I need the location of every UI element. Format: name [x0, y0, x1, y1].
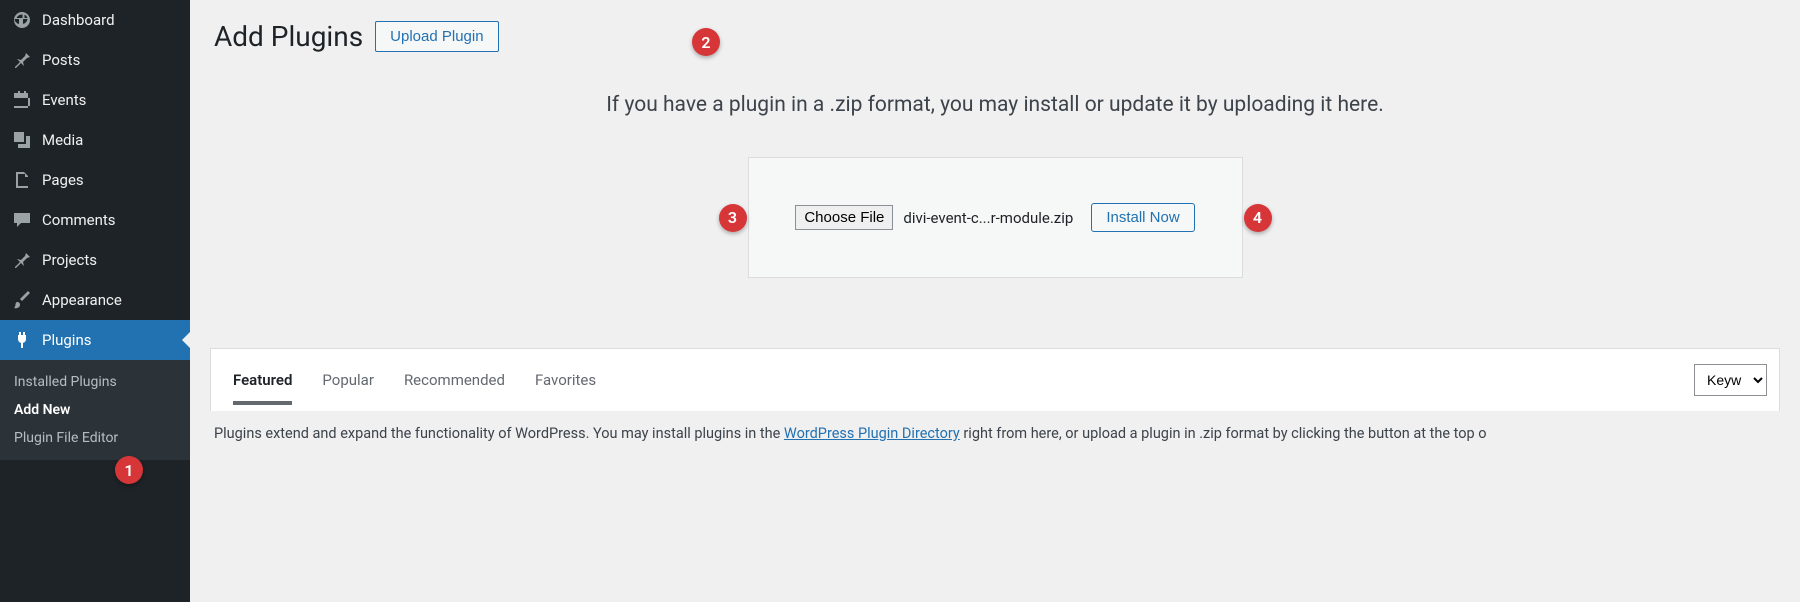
plug-icon: [12, 330, 32, 350]
sidebar-item-projects[interactable]: Projects: [0, 240, 190, 280]
comments-icon: [12, 210, 32, 230]
tab-favorites[interactable]: Favorites: [535, 349, 596, 411]
sidebar-sub-file-editor[interactable]: Plugin File Editor: [0, 424, 190, 452]
sidebar-item-plugins[interactable]: Plugins: [0, 320, 190, 360]
sidebar-item-label: Comments: [42, 211, 116, 229]
sidebar-item-label: Posts: [42, 51, 80, 69]
sidebar-item-label: Pages: [42, 171, 84, 189]
search-type-select[interactable]: Keyw: [1694, 364, 1767, 396]
explanatory-prefix: Plugins extend and expand the functional…: [214, 425, 784, 442]
sidebar-item-events[interactable]: Events: [0, 80, 190, 120]
dashboard-icon: [12, 10, 32, 30]
sidebar-sub-installed[interactable]: Installed Plugins: [0, 368, 190, 396]
upload-form-box: 3 Choose File divi-event-c...r-module.zi…: [748, 157, 1243, 278]
sidebar-item-label: Dashboard: [42, 11, 115, 29]
sidebar-submenu: Installed Plugins Add New Plugin File Ed…: [0, 360, 190, 460]
sidebar-item-label: Media: [42, 131, 83, 149]
main-content: Add Plugins Upload Plugin 2 If you have …: [190, 0, 1800, 602]
sidebar-item-label: Plugins: [42, 331, 91, 349]
annotation-badge-3: 3: [719, 204, 747, 232]
tab-recommended[interactable]: Recommended: [404, 349, 505, 411]
page-heading-row: Add Plugins Upload Plugin 2: [190, 0, 1800, 93]
sidebar-sub-add-new[interactable]: Add New: [0, 396, 190, 424]
annotation-badge-2: 2: [692, 28, 720, 56]
annotation-badge-1: 1: [115, 456, 143, 484]
pin-icon: [12, 250, 32, 270]
install-now-button[interactable]: Install Now: [1091, 203, 1194, 232]
pin-icon: [12, 50, 32, 70]
pages-icon: [12, 170, 32, 190]
upload-hint-text: If you have a plugin in a .zip format, y…: [190, 93, 1800, 117]
selected-filename: divi-event-c...r-module.zip: [903, 209, 1073, 227]
annotation-badge-4: 4: [1244, 204, 1272, 232]
upload-plugin-button[interactable]: Upload Plugin: [375, 21, 498, 52]
sidebar-item-label: Appearance: [42, 291, 122, 309]
brush-icon: [12, 290, 32, 310]
sidebar-sub-label: Add New: [14, 402, 70, 418]
sidebar-item-dashboard[interactable]: Dashboard: [0, 0, 190, 40]
sidebar-item-comments[interactable]: Comments: [0, 200, 190, 240]
choose-file-button[interactable]: Choose File: [795, 205, 893, 230]
sidebar-item-posts[interactable]: Posts: [0, 40, 190, 80]
sidebar-item-pages[interactable]: Pages: [0, 160, 190, 200]
explanatory-suffix: right from here, or upload a plugin in .…: [960, 425, 1487, 442]
sidebar-item-label: Projects: [42, 251, 97, 269]
sidebar-item-media[interactable]: Media: [0, 120, 190, 160]
media-icon: [12, 130, 32, 150]
sidebar-item-label: Events: [42, 91, 86, 109]
page-title: Add Plugins: [214, 20, 363, 53]
filter-tabs: Featured Popular Recommended Favorites: [233, 349, 596, 411]
tab-popular[interactable]: Popular: [322, 349, 374, 411]
calendar-icon: [12, 90, 32, 110]
admin-sidebar: Dashboard Posts Events Media Pages Comme…: [0, 0, 190, 602]
explanatory-text: Plugins extend and expand the functional…: [214, 425, 1780, 442]
tab-featured[interactable]: Featured: [233, 349, 292, 411]
sidebar-item-appearance[interactable]: Appearance: [0, 280, 190, 320]
filter-bar: Featured Popular Recommended Favorites K…: [210, 348, 1780, 411]
plugin-directory-link[interactable]: WordPress Plugin Directory: [784, 425, 960, 442]
